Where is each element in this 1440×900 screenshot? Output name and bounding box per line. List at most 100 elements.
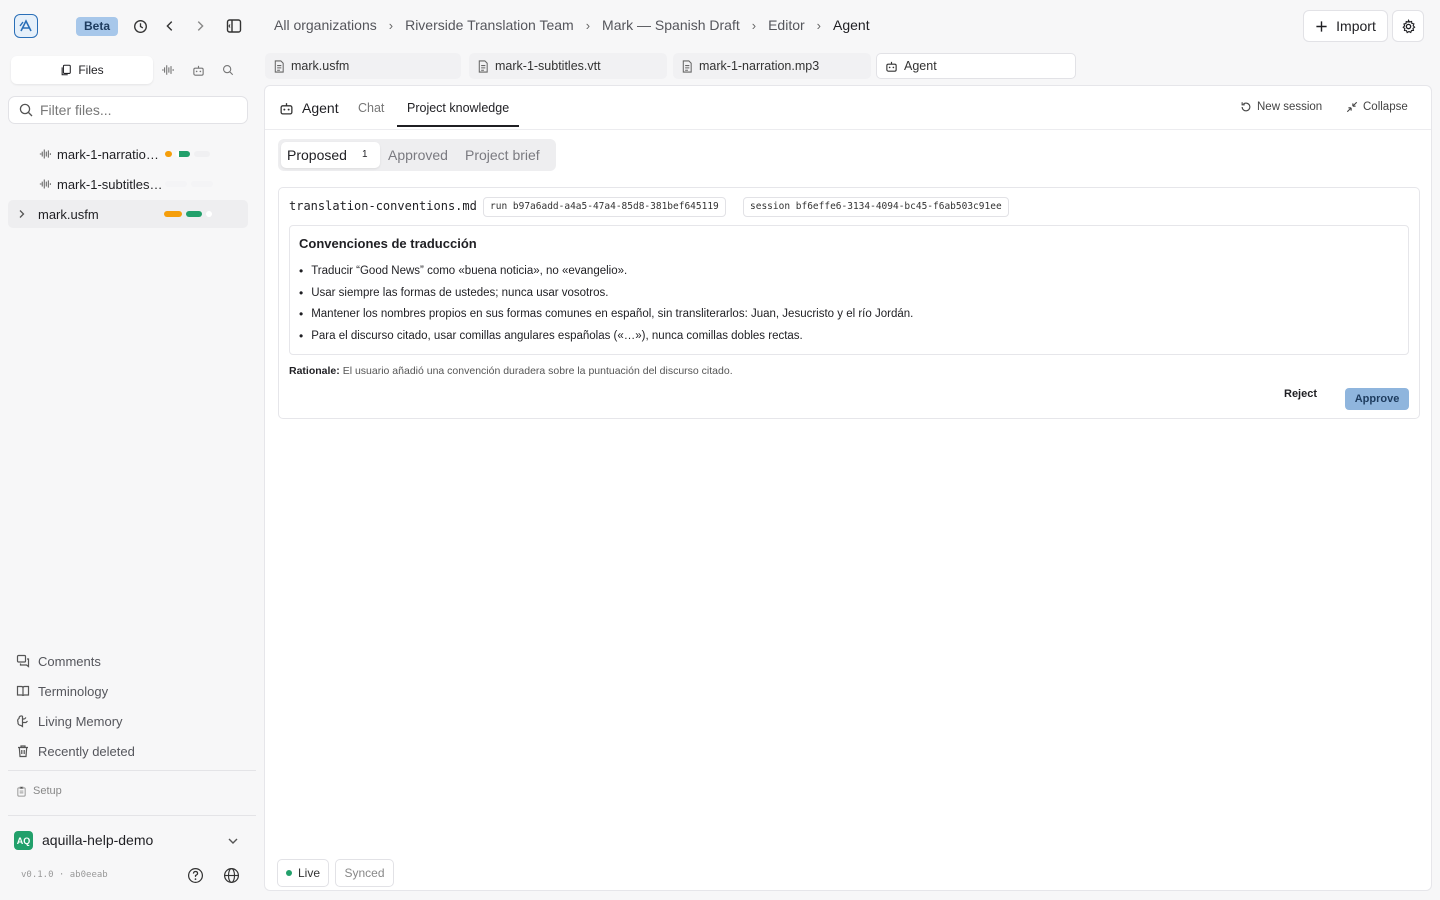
breadcrumb-current: Agent bbox=[833, 17, 870, 33]
beta-badge: Beta bbox=[76, 17, 119, 36]
active-tab-indicator bbox=[397, 125, 519, 127]
doc-tab-agent[interactable]: Agent bbox=[876, 53, 1076, 79]
rationale-label: Rationale: bbox=[289, 365, 340, 377]
filter-files-input[interactable] bbox=[40, 102, 240, 118]
logo-icon bbox=[19, 19, 32, 32]
breadcrumb-organization[interactable]: Riverside Translation Team bbox=[405, 17, 574, 33]
help-icon[interactable] bbox=[187, 867, 204, 884]
breadcrumb-project[interactable]: Mark — Spanish Draft bbox=[602, 17, 740, 33]
trash-icon bbox=[18, 745, 28, 758]
progress-bar-green bbox=[186, 211, 202, 217]
globe-icon[interactable] bbox=[223, 867, 240, 884]
progress-bar-empty bbox=[191, 181, 213, 187]
filter-files-field[interactable] bbox=[8, 96, 248, 124]
org-avatar: AQ bbox=[14, 831, 33, 850]
sidebar-item-label: Terminology bbox=[38, 683, 109, 699]
file-item-narration[interactable]: mark-1-narratio… bbox=[8, 140, 248, 168]
breadcrumb-separator: › bbox=[751, 17, 757, 33]
list-item: Traducir “Good News” como «buena noticia… bbox=[299, 260, 913, 282]
doc-tab-label: Agent bbox=[904, 59, 937, 73]
toggle-sidebar-icon[interactable] bbox=[225, 17, 243, 35]
approve-button[interactable]: Approve bbox=[1345, 388, 1409, 410]
files-icon bbox=[61, 64, 72, 76]
sidebar-item-label: Recently deleted bbox=[38, 743, 135, 759]
panel-header: Agent Chat Project knowledge New session… bbox=[265, 86, 1431, 130]
search-icon bbox=[19, 103, 33, 117]
breadcrumb-all-organizations[interactable]: All organizations bbox=[274, 17, 377, 33]
progress-bar-rest bbox=[206, 211, 212, 217]
live-label: Live bbox=[297, 866, 320, 880]
proposal-list: Traducir “Good News” como «buena noticia… bbox=[299, 260, 913, 347]
segment-approved[interactable]: Approved bbox=[388, 147, 448, 163]
import-label: Import bbox=[1336, 18, 1376, 34]
chevron-right-icon[interactable] bbox=[18, 209, 26, 219]
settings-button[interactable] bbox=[1392, 10, 1424, 42]
sidebar-divider bbox=[8, 770, 256, 771]
setup-label: Setup bbox=[33, 785, 62, 797]
tab-search[interactable] bbox=[213, 56, 243, 84]
sidebar-tabs: Files bbox=[11, 56, 249, 84]
run-id-chip: run b97a6add-a4a5-47a4-85d8-381bef645119 bbox=[483, 197, 726, 217]
proposed-count-badge: 1 bbox=[362, 149, 368, 160]
sidebar-item-comments[interactable]: Comments bbox=[16, 651, 101, 671]
sidebar-item-recently-deleted[interactable]: Recently deleted bbox=[16, 741, 135, 761]
import-button[interactable]: Import bbox=[1303, 10, 1388, 42]
file-progress bbox=[164, 211, 212, 217]
clipboard-icon bbox=[17, 786, 26, 797]
setup-link[interactable]: Setup bbox=[16, 785, 62, 797]
breadcrumb-editor[interactable]: Editor bbox=[768, 17, 805, 33]
file-item-usfm[interactable]: mark.usfm bbox=[8, 200, 248, 228]
sidebar-item-terminology[interactable]: Terminology bbox=[16, 681, 108, 701]
org-switcher[interactable]: aquilla-help-demo bbox=[42, 831, 153, 850]
breadcrumb-separator: › bbox=[816, 17, 822, 33]
sidebar-item-label: Comments bbox=[38, 653, 101, 669]
agent-panel: Agent Chat Project knowledge New session… bbox=[264, 85, 1432, 891]
comments-icon bbox=[16, 654, 30, 668]
doc-tab-usfm[interactable]: mark.usfm bbox=[265, 53, 461, 79]
doc-tab-label: mark-1-subtitles.vtt bbox=[495, 59, 601, 73]
sidebar-divider bbox=[8, 815, 256, 816]
document-icon bbox=[682, 59, 692, 73]
tab-audio[interactable] bbox=[153, 56, 183, 84]
back-arrow-icon[interactable] bbox=[161, 17, 179, 35]
reject-button[interactable]: Reject bbox=[1284, 388, 1317, 400]
tab-files[interactable]: Files bbox=[11, 56, 153, 84]
app-logo[interactable] bbox=[14, 14, 38, 38]
chevron-down-icon[interactable] bbox=[226, 834, 240, 848]
new-session-button[interactable]: New session bbox=[1240, 101, 1322, 113]
version-label: v0.1.0 · ab0eeab bbox=[21, 870, 108, 880]
gear-icon bbox=[1401, 18, 1415, 33]
proposal-filename: translation-conventions.md bbox=[289, 199, 477, 213]
history-icon[interactable] bbox=[131, 17, 149, 35]
live-status-badge: Live bbox=[277, 859, 329, 887]
tab-files-label: Files bbox=[78, 63, 104, 77]
file-progress bbox=[165, 181, 213, 187]
tab-agent[interactable] bbox=[183, 56, 213, 84]
doc-tab-narration[interactable]: mark-1-narration.mp3 bbox=[673, 53, 871, 79]
doc-tab-label: mark.usfm bbox=[291, 59, 350, 73]
list-item: Usar siempre las formas de ustedes; nunc… bbox=[299, 282, 913, 304]
doc-tab-label: mark-1-narration.mp3 bbox=[699, 59, 820, 73]
breadcrumb: All organizations › Riverside Translatio… bbox=[274, 17, 870, 33]
sidebar-item-living-memory[interactable]: Living Memory bbox=[16, 711, 123, 731]
progress-bar-orange bbox=[164, 211, 182, 217]
audio-waveform-icon bbox=[162, 65, 174, 75]
book-icon bbox=[16, 685, 30, 697]
search-icon bbox=[222, 64, 234, 76]
forward-arrow-icon[interactable] bbox=[191, 17, 209, 35]
tab-project-knowledge[interactable]: Project knowledge bbox=[407, 101, 509, 115]
tab-chat[interactable]: Chat bbox=[358, 101, 384, 115]
sidebar-item-label: Living Memory bbox=[38, 713, 123, 729]
audio-waveform-icon bbox=[39, 179, 51, 189]
rationale-text: El usuario añadió una convención durader… bbox=[342, 365, 733, 377]
collapse-button[interactable]: Collapse bbox=[1346, 101, 1408, 113]
plus-icon bbox=[1316, 20, 1327, 32]
file-item-subtitles[interactable]: mark-1-subtitles… bbox=[8, 170, 248, 198]
segment-project-brief[interactable]: Project brief bbox=[465, 147, 540, 163]
synced-status-badge: Synced bbox=[335, 859, 394, 887]
list-item: Para el discurso citado, usar comillas a… bbox=[299, 325, 913, 347]
doc-tab-subtitles[interactable]: mark-1-subtitles.vtt bbox=[469, 53, 667, 79]
segment-proposed[interactable]: Proposed bbox=[287, 147, 347, 163]
file-name: mark.usfm bbox=[38, 206, 99, 222]
collapse-label: Collapse bbox=[1363, 101, 1408, 113]
